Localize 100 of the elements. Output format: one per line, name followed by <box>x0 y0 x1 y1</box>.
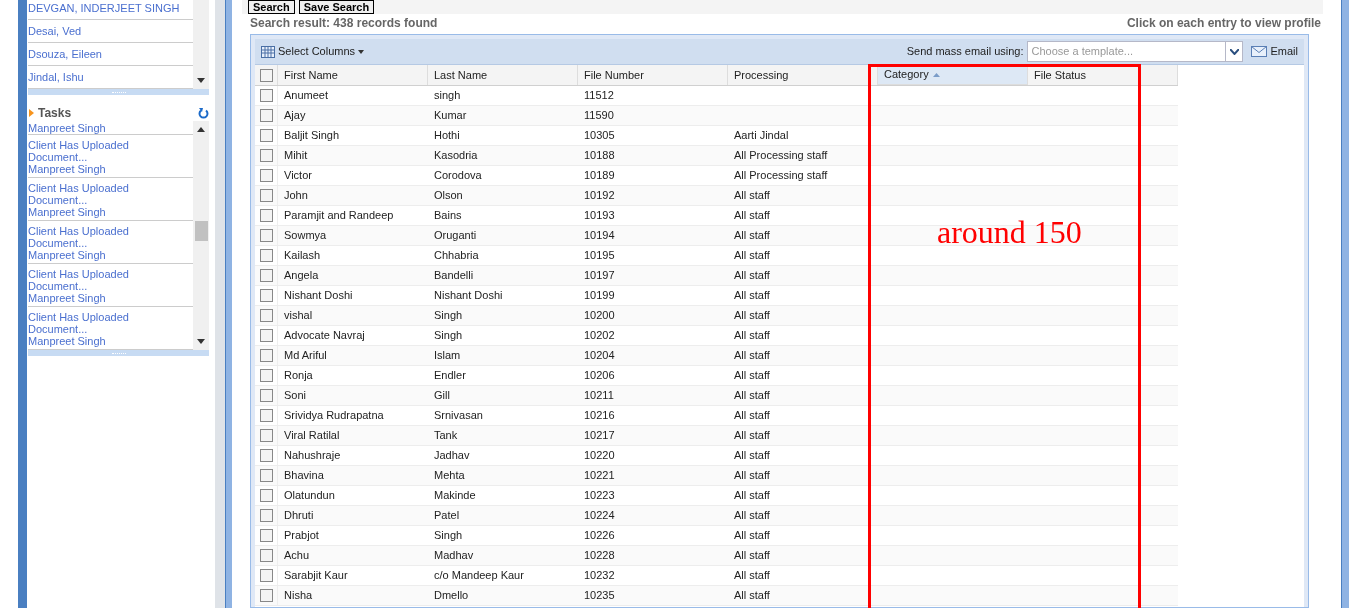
column-header[interactable]: Last Name <box>428 65 578 85</box>
table-cell-text: All staff <box>734 528 770 544</box>
row-checkbox[interactable] <box>259 429 273 442</box>
table-cell-text: Soni <box>284 388 307 404</box>
table-cell-text: Achu <box>284 548 310 564</box>
task-link[interactable]: Client Has Uploaded Document... <box>28 311 138 335</box>
table-cell-text: 10228 <box>584 548 615 564</box>
row-checkbox[interactable] <box>259 269 273 282</box>
table-cell-text: Mihit <box>284 148 308 164</box>
hint-text: Click on each entry to view profile <box>1126 15 1321 32</box>
column-header[interactable]: Category <box>878 65 1028 85</box>
client-link[interactable]: Dsouza, Eileen <box>28 45 102 63</box>
row-checkbox[interactable] <box>259 409 273 422</box>
table-cell-text: Srnivasan <box>434 408 483 424</box>
row-checkbox[interactable] <box>259 589 273 602</box>
table-cell-text: 10204 <box>584 348 615 364</box>
row-checkbox[interactable] <box>259 529 273 542</box>
table-cell-text: 10224 <box>584 508 615 524</box>
column-header[interactable]: File Status <box>1028 65 1178 85</box>
task-assignee[interactable]: Manpreet Singh <box>28 163 193 175</box>
row-checkbox[interactable] <box>259 549 273 562</box>
row-checkbox[interactable] <box>259 349 273 362</box>
table-cell-text: All staff <box>734 568 770 584</box>
table-cell-text: 10197 <box>584 268 615 284</box>
task-assignee[interactable]: Manpreet Singh <box>28 249 193 261</box>
table-cell-text: Nisha <box>284 588 313 604</box>
row-checkbox[interactable] <box>259 209 273 222</box>
row-checkbox[interactable] <box>259 569 273 582</box>
row-checkbox[interactable] <box>259 449 273 462</box>
columns-icon <box>261 45 275 58</box>
search-button[interactable]: Save Search <box>298 0 375 14</box>
table-cell-text: Kailash <box>284 248 321 264</box>
row-checkbox[interactable] <box>259 289 273 302</box>
table-cell-text: Ronja <box>284 368 313 384</box>
client-link[interactable]: Jindal, Ishu <box>28 68 84 86</box>
scroll-down-icon[interactable] <box>197 78 205 83</box>
search-button[interactable]: Search <box>248 0 295 14</box>
scrollbar-thumb[interactable] <box>195 221 208 241</box>
table-cell-text: 10199 <box>584 288 615 304</box>
table-cell-text: Ajay <box>284 108 306 124</box>
triangle-icon[interactable] <box>29 109 34 117</box>
row-checkbox[interactable] <box>259 329 273 342</box>
scroll-up-icon[interactable] <box>197 127 205 132</box>
table-cell-text: Corodova <box>434 168 482 184</box>
row-checkbox[interactable] <box>259 169 273 182</box>
template-field[interactable]: Choose a template... <box>1028 42 1226 61</box>
row-checkbox[interactable] <box>259 189 273 202</box>
table-cell-text: All staff <box>734 288 770 304</box>
table-cell-text: All staff <box>734 508 770 524</box>
table-cell-text: Kasodria <box>434 148 478 164</box>
row-checkbox[interactable] <box>259 249 273 262</box>
task-assignee[interactable]: Manpreet Singh <box>28 335 193 347</box>
refresh-icon[interactable] <box>198 107 209 119</box>
table-cell-text: 10235 <box>584 588 615 604</box>
table-cell-text: All staff <box>734 488 770 504</box>
template-dropdown[interactable]: Choose a template... <box>1027 41 1244 62</box>
row-checkbox[interactable] <box>259 89 273 102</box>
client-link[interactable]: DEVGAN, INDERJEET SINGH <box>28 0 180 17</box>
table-cell-text: All Processing staff <box>734 168 828 184</box>
table-cell-text: Bains <box>434 208 462 224</box>
select-columns-button[interactable]: Select Columns <box>261 43 365 60</box>
table-cell-text: Victor <box>284 168 312 184</box>
row-checkbox[interactable] <box>259 489 273 502</box>
table-cell-text: Sarabjit Kaur <box>284 568 348 584</box>
task-link[interactable]: Client Has Uploaded Document... <box>28 182 138 206</box>
table-cell-text: Chhabria <box>434 248 479 264</box>
row-checkbox[interactable] <box>259 389 273 402</box>
task-link[interactable]: Client Has Uploaded Document... <box>28 268 138 292</box>
table-cell-text: All staff <box>734 408 770 424</box>
row-checkbox[interactable] <box>259 129 273 142</box>
table-cell-text: 10232 <box>584 568 615 584</box>
row-checkbox[interactable] <box>259 229 273 242</box>
email-button[interactable]: Email <box>1251 43 1298 60</box>
table-cell-text: Nahushraje <box>284 448 341 464</box>
scroll-down-icon[interactable] <box>197 339 205 344</box>
table-cell-text: Oruganti <box>434 228 477 244</box>
table-cell-text: Jadhav <box>434 448 470 464</box>
row-checkbox[interactable] <box>259 509 273 522</box>
client-link[interactable]: Desai, Ved <box>28 22 82 40</box>
task-assignee[interactable]: Manpreet Singh <box>28 121 106 134</box>
task-assignee[interactable]: Manpreet Singh <box>28 206 193 218</box>
table-cell-text: Angela <box>284 268 319 284</box>
row-checkbox[interactable] <box>259 109 273 122</box>
task-link[interactable]: Client Has Uploaded Document... <box>28 139 138 163</box>
column-header[interactable]: File Number <box>578 65 728 85</box>
select-all-checkbox[interactable] <box>259 68 273 82</box>
table-cell-text: Nishant Doshi <box>284 288 353 304</box>
table-cell-text: Advocate Navraj <box>284 328 365 344</box>
task-link[interactable]: Client Has Uploaded Document... <box>28 225 138 249</box>
column-header[interactable]: First Name <box>278 65 428 85</box>
task-assignee[interactable]: Manpreet Singh <box>28 292 193 304</box>
row-checkbox[interactable] <box>259 309 273 322</box>
row-checkbox[interactable] <box>259 469 273 482</box>
table-cell-text: All staff <box>734 548 770 564</box>
row-checkbox[interactable] <box>259 149 273 162</box>
table-cell-text: vishal <box>284 308 313 324</box>
table-cell-text: c/o Mandeep Kaur <box>434 568 524 584</box>
row-checkbox[interactable] <box>259 369 273 382</box>
table-cell-text: All staff <box>734 388 770 404</box>
table-cell-text: Bhavina <box>284 468 324 484</box>
